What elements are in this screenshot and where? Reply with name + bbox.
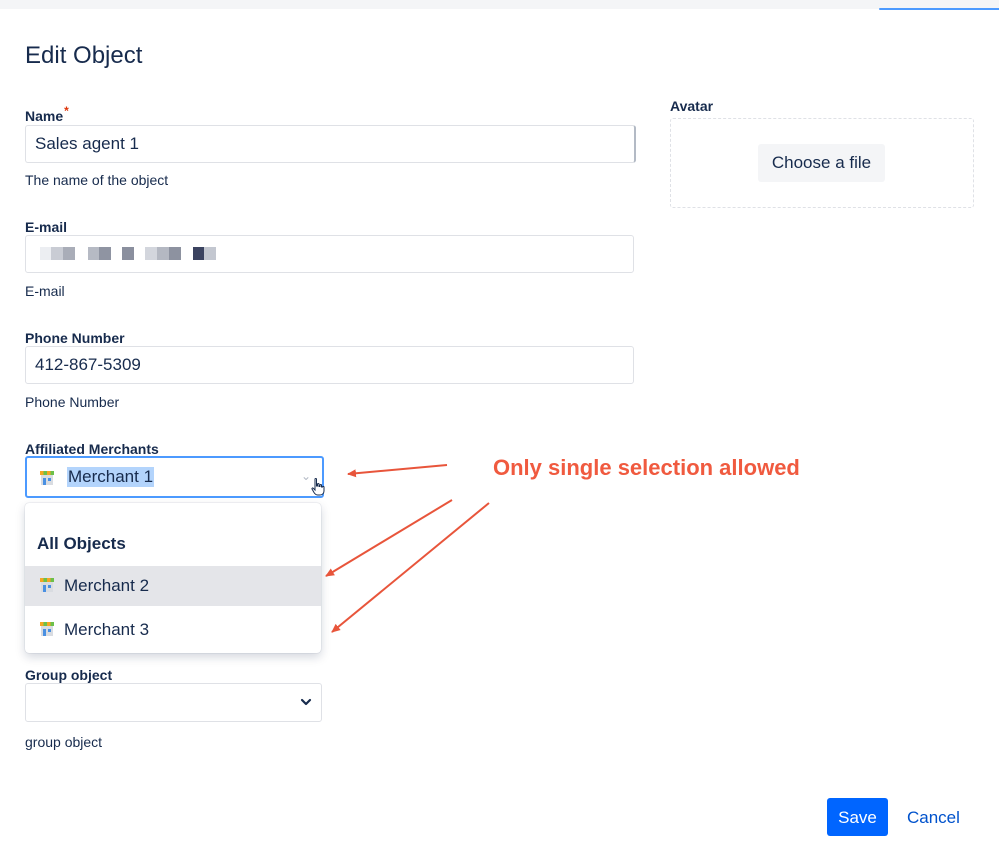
arrow-to-merchant-3 — [331, 502, 490, 633]
save-button[interactable]: Save — [827, 798, 888, 836]
arrow-to-merchant-2 — [325, 499, 453, 577]
annotation-arrows — [325, 464, 490, 633]
arrow-to-select — [347, 464, 448, 478]
cancel-button[interactable]: Cancel — [907, 808, 960, 828]
